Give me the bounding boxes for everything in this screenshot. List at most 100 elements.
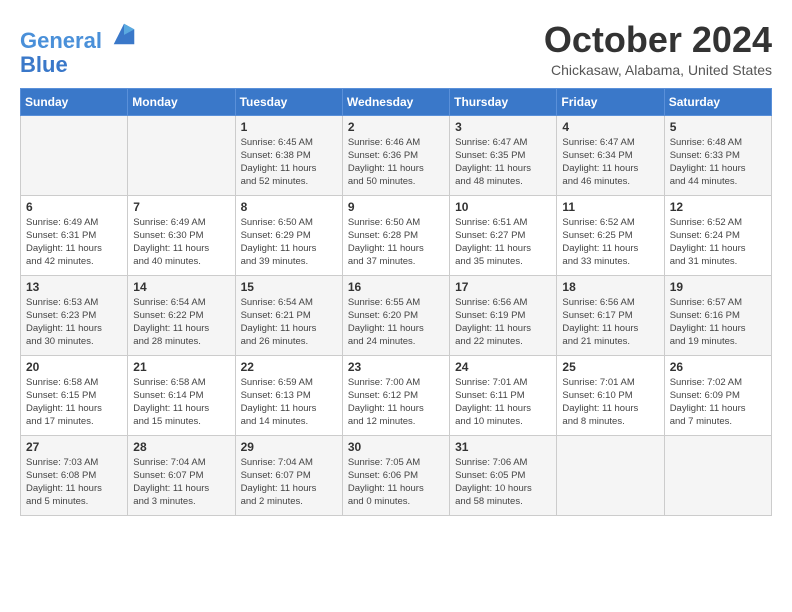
- day-number: 11: [562, 200, 658, 214]
- calendar-cell: [664, 435, 771, 515]
- day-number: 12: [670, 200, 766, 214]
- day-number: 21: [133, 360, 229, 374]
- calendar-week-row: 1 Sunrise: 6:45 AM Sunset: 6:38 PM Daylig…: [21, 115, 772, 195]
- calendar-cell: 26Sunrise: 7:02 AM Sunset: 6:09 PM Dayli…: [664, 355, 771, 435]
- day-info: Sunrise: 6:54 AM Sunset: 6:22 PM Dayligh…: [133, 296, 229, 349]
- day-info: Sunrise: 7:00 AM Sunset: 6:12 PM Dayligh…: [348, 376, 444, 429]
- day-number: 18: [562, 280, 658, 294]
- day-number: 16: [348, 280, 444, 294]
- day-info: Sunrise: 6:52 AM Sunset: 6:24 PM Dayligh…: [670, 216, 766, 269]
- day-info: Sunrise: 7:05 AM Sunset: 6:06 PM Dayligh…: [348, 456, 444, 509]
- day-number: 20: [26, 360, 122, 374]
- day-number: 15: [241, 280, 337, 294]
- day-info: Sunrise: 6:50 AM Sunset: 6:29 PM Dayligh…: [241, 216, 337, 269]
- day-info: Sunrise: 6:51 AM Sunset: 6:27 PM Dayligh…: [455, 216, 551, 269]
- day-info: Sunrise: 6:46 AM Sunset: 6:36 PM Dayligh…: [348, 136, 444, 189]
- day-number: 14: [133, 280, 229, 294]
- weekday-header-wednesday: Wednesday: [342, 88, 449, 115]
- weekday-header-thursday: Thursday: [450, 88, 557, 115]
- calendar-cell: 28 Sunrise: 7:04 AM Sunset: 6:07 PM Dayli…: [128, 435, 235, 515]
- day-info: Sunrise: 7:06 AM Sunset: 6:05 PM Dayligh…: [455, 456, 551, 509]
- day-info: Sunrise: 6:59 AM Sunset: 6:13 PM Dayligh…: [241, 376, 337, 429]
- day-number: 28: [133, 440, 229, 454]
- day-info: Sunrise: 6:58 AM Sunset: 6:15 PM Dayligh…: [26, 376, 122, 429]
- day-info: Sunrise: 6:50 AM Sunset: 6:28 PM Dayligh…: [348, 216, 444, 269]
- day-number: 25: [562, 360, 658, 374]
- day-number: 24: [455, 360, 551, 374]
- day-number: 13: [26, 280, 122, 294]
- day-info: Sunrise: 6:47 AM Sunset: 6:34 PM Dayligh…: [562, 136, 658, 189]
- day-info: Sunrise: 6:56 AM Sunset: 6:17 PM Dayligh…: [562, 296, 658, 349]
- day-info: Sunrise: 6:56 AM Sunset: 6:19 PM Dayligh…: [455, 296, 551, 349]
- calendar-cell: 7 Sunrise: 6:49 AM Sunset: 6:30 PM Daylig…: [128, 195, 235, 275]
- day-number: 5: [670, 120, 766, 134]
- calendar-table: SundayMondayTuesdayWednesdayThursdayFrid…: [20, 88, 772, 516]
- calendar-cell: 11 Sunrise: 6:52 AM Sunset: 6:25 PM Dayli…: [557, 195, 664, 275]
- calendar-cell: 15 Sunrise: 6:54 AM Sunset: 6:21 PM Dayli…: [235, 275, 342, 355]
- logo-icon: [110, 20, 138, 48]
- weekday-header-friday: Friday: [557, 88, 664, 115]
- day-number: 22: [241, 360, 337, 374]
- logo: General Blue: [20, 20, 138, 77]
- day-info: Sunrise: 6:48 AM Sunset: 6:33 PM Dayligh…: [670, 136, 766, 189]
- weekday-header-row: SundayMondayTuesdayWednesdayThursdayFrid…: [21, 88, 772, 115]
- day-info: Sunrise: 6:45 AM Sunset: 6:38 PM Dayligh…: [241, 136, 337, 189]
- logo-text: General: [20, 20, 138, 53]
- calendar-cell: 18 Sunrise: 6:56 AM Sunset: 6:17 PM Dayli…: [557, 275, 664, 355]
- calendar-cell: 21 Sunrise: 6:58 AM Sunset: 6:14 PM Dayli…: [128, 355, 235, 435]
- calendar-week-row: 20 Sunrise: 6:58 AM Sunset: 6:15 PM Dayli…: [21, 355, 772, 435]
- day-number: 23: [348, 360, 444, 374]
- calendar-cell: 20 Sunrise: 6:58 AM Sunset: 6:15 PM Dayli…: [21, 355, 128, 435]
- day-info: Sunrise: 6:47 AM Sunset: 6:35 PM Dayligh…: [455, 136, 551, 189]
- calendar-cell: 19Sunrise: 6:57 AM Sunset: 6:16 PM Dayli…: [664, 275, 771, 355]
- day-info: Sunrise: 6:54 AM Sunset: 6:21 PM Dayligh…: [241, 296, 337, 349]
- calendar-cell: 22 Sunrise: 6:59 AM Sunset: 6:13 PM Dayli…: [235, 355, 342, 435]
- calendar-cell: 10 Sunrise: 6:51 AM Sunset: 6:27 PM Dayli…: [450, 195, 557, 275]
- calendar-cell: 13Sunrise: 6:53 AM Sunset: 6:23 PM Dayli…: [21, 275, 128, 355]
- weekday-header-monday: Monday: [128, 88, 235, 115]
- day-number: 26: [670, 360, 766, 374]
- weekday-header-tuesday: Tuesday: [235, 88, 342, 115]
- day-info: Sunrise: 7:01 AM Sunset: 6:10 PM Dayligh…: [562, 376, 658, 429]
- calendar-cell: 24 Sunrise: 7:01 AM Sunset: 6:11 PM Dayli…: [450, 355, 557, 435]
- day-info: Sunrise: 7:03 AM Sunset: 6:08 PM Dayligh…: [26, 456, 122, 509]
- calendar-cell: 29Sunrise: 7:04 AM Sunset: 6:07 PM Dayli…: [235, 435, 342, 515]
- calendar-cell: 1 Sunrise: 6:45 AM Sunset: 6:38 PM Daylig…: [235, 115, 342, 195]
- calendar-week-row: 6Sunrise: 6:49 AM Sunset: 6:31 PM Daylig…: [21, 195, 772, 275]
- day-info: Sunrise: 6:58 AM Sunset: 6:14 PM Dayligh…: [133, 376, 229, 429]
- day-number: 4: [562, 120, 658, 134]
- calendar-cell: 25 Sunrise: 7:01 AM Sunset: 6:10 PM Dayli…: [557, 355, 664, 435]
- day-number: 10: [455, 200, 551, 214]
- title-block: October 2024 Chickasaw, Alabama, United …: [544, 20, 772, 78]
- calendar-cell: 17 Sunrise: 6:56 AM Sunset: 6:19 PM Dayli…: [450, 275, 557, 355]
- day-number: 29: [241, 440, 337, 454]
- day-info: Sunrise: 7:01 AM Sunset: 6:11 PM Dayligh…: [455, 376, 551, 429]
- weekday-header-sunday: Sunday: [21, 88, 128, 115]
- day-info: Sunrise: 7:04 AM Sunset: 6:07 PM Dayligh…: [133, 456, 229, 509]
- day-info: Sunrise: 6:49 AM Sunset: 6:31 PM Dayligh…: [26, 216, 122, 269]
- day-number: 7: [133, 200, 229, 214]
- day-number: 8: [241, 200, 337, 214]
- day-number: 17: [455, 280, 551, 294]
- day-number: 3: [455, 120, 551, 134]
- calendar-cell: 16Sunrise: 6:55 AM Sunset: 6:20 PM Dayli…: [342, 275, 449, 355]
- logo-blue: Blue: [20, 53, 138, 77]
- calendar-week-row: 27Sunrise: 7:03 AM Sunset: 6:08 PM Dayli…: [21, 435, 772, 515]
- calendar-cell: [557, 435, 664, 515]
- page-header: General Blue October 2024 Chickasaw, Ala…: [20, 20, 772, 78]
- calendar-cell: 30 Sunrise: 7:05 AM Sunset: 6:06 PM Dayli…: [342, 435, 449, 515]
- day-info: Sunrise: 6:52 AM Sunset: 6:25 PM Dayligh…: [562, 216, 658, 269]
- day-info: Sunrise: 6:49 AM Sunset: 6:30 PM Dayligh…: [133, 216, 229, 269]
- day-number: 9: [348, 200, 444, 214]
- calendar-cell: 31Sunrise: 7:06 AM Sunset: 6:05 PM Dayli…: [450, 435, 557, 515]
- location: Chickasaw, Alabama, United States: [544, 62, 772, 78]
- calendar-cell: 12 Sunrise: 6:52 AM Sunset: 6:24 PM Dayli…: [664, 195, 771, 275]
- day-number: 30: [348, 440, 444, 454]
- calendar-cell: [21, 115, 128, 195]
- calendar-cell: 14 Sunrise: 6:54 AM Sunset: 6:22 PM Dayli…: [128, 275, 235, 355]
- calendar-cell: 3 Sunrise: 6:47 AM Sunset: 6:35 PM Daylig…: [450, 115, 557, 195]
- calendar-week-row: 13Sunrise: 6:53 AM Sunset: 6:23 PM Dayli…: [21, 275, 772, 355]
- calendar-cell: 4 Sunrise: 6:47 AM Sunset: 6:34 PM Daylig…: [557, 115, 664, 195]
- day-info: Sunrise: 6:57 AM Sunset: 6:16 PM Dayligh…: [670, 296, 766, 349]
- day-number: 1: [241, 120, 337, 134]
